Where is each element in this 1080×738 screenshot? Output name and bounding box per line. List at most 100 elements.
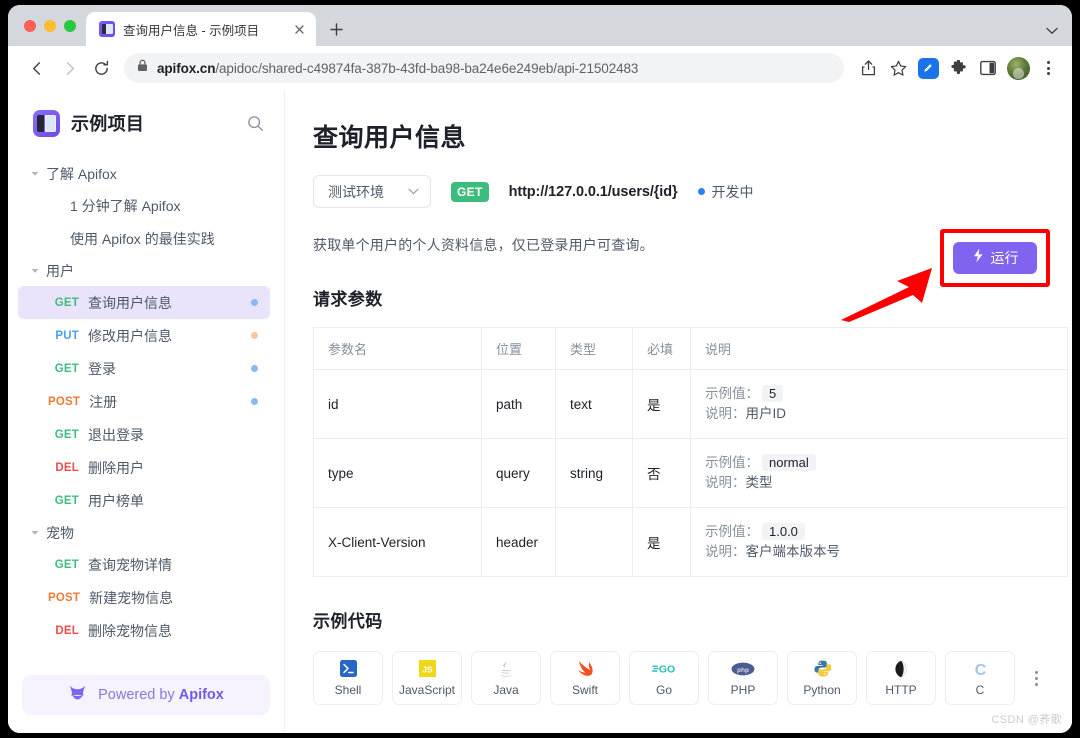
status-dot (251, 464, 258, 471)
param-name: id (314, 370, 482, 439)
browser-tab-active[interactable]: 查询用户信息 - 示例项目 (86, 12, 316, 46)
status-badge: 开发中 (698, 182, 754, 202)
method-badge: PUT (48, 330, 79, 342)
side-panel-icon[interactable] (974, 54, 1002, 82)
param-note-line: 说明：用户ID (705, 404, 1053, 424)
sidebar-item-label: 查询用户信息 (88, 293, 242, 313)
method-badge: GET (48, 297, 79, 309)
code-language-tabs: Shell JS JavaScript (313, 651, 1048, 705)
caret-down-icon (30, 169, 39, 178)
sidebar-item-user-ranking[interactable]: GET 用户榜单 (18, 484, 270, 517)
method-badge: DEL (48, 625, 79, 637)
code-section-title: 示例代码 (313, 607, 1048, 632)
sidebar-item-register[interactable]: POST 注册 (18, 385, 270, 418)
lang-label: Swift (572, 683, 598, 697)
sidebar-item-login[interactable]: GET 登录 (18, 352, 270, 385)
endpoint-url: http://127.0.0.1/users/{id} (509, 184, 678, 200)
param-required: 是 (633, 508, 691, 577)
sidebar-group-learn-apifox[interactable]: 了解 Apifox (8, 158, 270, 189)
sidebar-group-users[interactable]: 用户 (8, 255, 270, 286)
environment-selector[interactable]: 测试环境 (313, 175, 431, 208)
apifox-favicon (99, 21, 115, 37)
param-name: X-Client-Version (314, 508, 482, 577)
close-icon[interactable] (290, 20, 308, 38)
lang-label: HTTP (885, 683, 916, 697)
sidebar-item-label: 注册 (89, 392, 242, 412)
lang-tab-swift[interactable]: Swift (550, 651, 620, 705)
avatar[interactable] (1004, 54, 1032, 82)
svg-text:GO: GO (658, 663, 674, 675)
sidebar-item-update-user[interactable]: PUT 修改用户信息 (18, 319, 270, 352)
sidebar-item-query-user[interactable]: GET 查询用户信息 (18, 286, 270, 319)
status-dot (251, 365, 258, 372)
reload-icon[interactable] (86, 53, 116, 83)
lang-tab-c[interactable]: C C (945, 651, 1015, 705)
column-header-location: 位置 (482, 328, 556, 370)
project-name: 示例项目 (71, 110, 236, 136)
sidebar-item-query-pet[interactable]: GET 查询宠物详情 (18, 548, 270, 581)
powered-brand: Apifox (179, 687, 224, 703)
sidebar-item-logout[interactable]: GET 退出登录 (18, 418, 270, 451)
lang-tab-shell[interactable]: Shell (313, 651, 383, 705)
param-note-line: 说明：客户端本版本号 (705, 542, 1053, 562)
sidebar-item-label: 用户榜单 (88, 491, 242, 511)
lang-tab-javascript[interactable]: JS JavaScript (392, 651, 462, 705)
menu-dots-icon[interactable] (1034, 54, 1062, 82)
share-icon[interactable] (854, 54, 882, 82)
method-badge: GET (48, 429, 79, 441)
status-label: 开发中 (712, 182, 754, 202)
sidebar-item-label: 删除用户 (88, 458, 242, 478)
java-icon (498, 659, 515, 678)
bookmark-star-icon[interactable] (884, 54, 912, 82)
lang-tab-http[interactable]: HTTP (866, 651, 936, 705)
svg-text:C: C (974, 662, 986, 678)
maximize-window-button[interactable] (64, 20, 76, 32)
browser-window: 查询用户信息 - 示例项目 (8, 5, 1072, 733)
caret-down-icon (30, 528, 39, 537)
note-value: 用户ID (746, 406, 787, 421)
status-dot-icon (698, 188, 705, 195)
lang-tab-php[interactable]: php PHP (708, 651, 778, 705)
go-icon: GO (652, 659, 677, 678)
chevron-down-icon[interactable] (1046, 26, 1058, 38)
lang-tab-java[interactable]: Java (471, 651, 541, 705)
address-bar[interactable]: apifox.cn/apidoc/shared-c49874fa-387b-43… (124, 53, 844, 83)
sidebar-item-delete-pet[interactable]: DEL 删除宠物信息 (18, 614, 270, 647)
status-dot (251, 398, 258, 405)
lang-label: JavaScript (399, 683, 455, 697)
powered-by-label: Powered by Apifox (98, 687, 224, 703)
example-value: 1.0.0 (762, 523, 805, 540)
lock-icon (137, 59, 148, 77)
search-icon[interactable] (247, 115, 264, 132)
lang-tab-go[interactable]: GO Go (629, 651, 699, 705)
lang-label: Java (493, 683, 518, 697)
project-header: 示例项目 (8, 102, 284, 144)
more-vertical-icon[interactable] (1031, 665, 1042, 692)
lang-tab-python[interactable]: Python (787, 651, 857, 705)
powered-by-apifox[interactable]: Powered by Apifox (22, 675, 270, 715)
arrow-left-icon[interactable] (22, 53, 52, 83)
sidebar-item-best-practice[interactable]: 使用 Apifox 的最佳实践 (18, 222, 270, 255)
sidebar-item-delete-user[interactable]: DEL 删除用户 (18, 451, 270, 484)
sidebar-item-quickstart[interactable]: 1 分钟了解 Apifox (18, 189, 270, 222)
run-button[interactable]: 运行 (953, 242, 1037, 274)
minimize-window-button[interactable] (44, 20, 56, 32)
param-type: string (556, 439, 633, 508)
table-row: id path text 是 示例值：5 说明：用户ID (314, 370, 1068, 439)
sidebar-group-pets[interactable]: 宠物 (8, 517, 270, 548)
method-badge: GET (48, 559, 79, 571)
window-traffic-lights (20, 5, 86, 46)
pen-extension-icon[interactable] (914, 54, 942, 82)
python-icon (814, 659, 831, 678)
close-window-button[interactable] (24, 20, 36, 32)
sidebar-group-label: 用户 (46, 261, 74, 281)
lang-label: Shell (335, 683, 362, 697)
puzzle-extension-icon[interactable] (944, 54, 972, 82)
plus-icon[interactable] (322, 15, 350, 43)
arrow-right-icon[interactable] (54, 53, 84, 83)
param-example-line: 示例值：5 (705, 384, 1053, 404)
sidebar-item-create-pet[interactable]: POST 新建宠物信息 (18, 581, 270, 614)
page-content: 示例项目 了解 Apifox 1 分钟了解 Apifox 使用 Apifox 的… (8, 90, 1072, 733)
main-content: 查询用户信息 测试环境 GET http://127.0.0.1/users/{… (285, 90, 1072, 733)
apifox-logo-icon (68, 684, 87, 706)
